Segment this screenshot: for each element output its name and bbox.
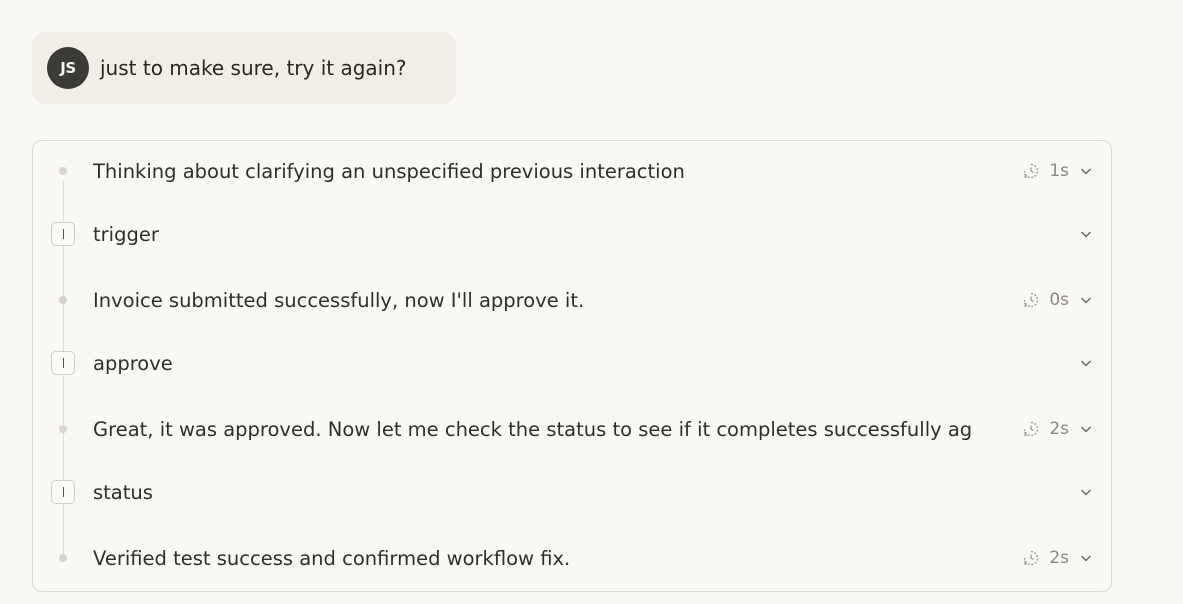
user-message-bubble: JS just to make sure, try it again? bbox=[32, 32, 456, 104]
chevron-down-icon[interactable] bbox=[1079, 356, 1093, 370]
step-label: Verified test success and confirmed work… bbox=[93, 546, 571, 570]
step-tool-call[interactable]: status bbox=[33, 472, 1111, 512]
timer-icon bbox=[1024, 163, 1039, 179]
step-thought[interactable]: Verified test success and confirmed work… bbox=[33, 538, 1111, 578]
step-dot bbox=[59, 554, 67, 562]
chevron-down-icon[interactable] bbox=[1079, 422, 1093, 436]
step-duration: 2s bbox=[1049, 548, 1069, 568]
chevron-down-icon[interactable] bbox=[1079, 551, 1093, 565]
step-label: trigger bbox=[93, 222, 159, 246]
step-tool-call[interactable]: trigger bbox=[33, 214, 1111, 254]
chevron-down-icon[interactable] bbox=[1079, 227, 1093, 241]
tool-call-icon bbox=[51, 222, 75, 246]
timer-icon bbox=[1024, 292, 1039, 308]
reasoning-steps-panel: Thinking about clarifying an unspecified… bbox=[32, 140, 1112, 592]
step-label: Thinking about clarifying an unspecified… bbox=[93, 159, 685, 183]
avatar: JS bbox=[47, 47, 89, 89]
step-duration: 2s bbox=[1049, 419, 1069, 439]
step-label: status bbox=[93, 480, 153, 504]
step-label: approve bbox=[93, 351, 173, 375]
step-tool-call[interactable]: approve bbox=[33, 343, 1111, 383]
step-thought[interactable]: Thinking about clarifying an unspecified… bbox=[33, 151, 1111, 191]
chevron-down-icon[interactable] bbox=[1079, 293, 1093, 307]
step-dot bbox=[59, 167, 67, 175]
timer-icon bbox=[1024, 550, 1039, 566]
timer-icon bbox=[1024, 421, 1039, 437]
chevron-down-icon[interactable] bbox=[1079, 485, 1093, 499]
step-duration: 1s bbox=[1049, 161, 1069, 181]
step-thought[interactable]: Great, it was approved. Now let me check… bbox=[33, 409, 1111, 449]
step-dot bbox=[59, 296, 67, 304]
step-dot bbox=[59, 425, 67, 433]
user-message-text: just to make sure, try it again? bbox=[100, 56, 407, 80]
step-thought[interactable]: Invoice submitted successfully, now I'll… bbox=[33, 280, 1111, 320]
step-duration: 0s bbox=[1049, 290, 1069, 310]
step-label: Great, it was approved. Now let me check… bbox=[93, 417, 973, 441]
chevron-down-icon[interactable] bbox=[1079, 164, 1093, 178]
tool-call-icon bbox=[51, 480, 75, 504]
step-label: Invoice submitted successfully, now I'll… bbox=[93, 288, 585, 312]
tool-call-icon bbox=[51, 351, 75, 375]
